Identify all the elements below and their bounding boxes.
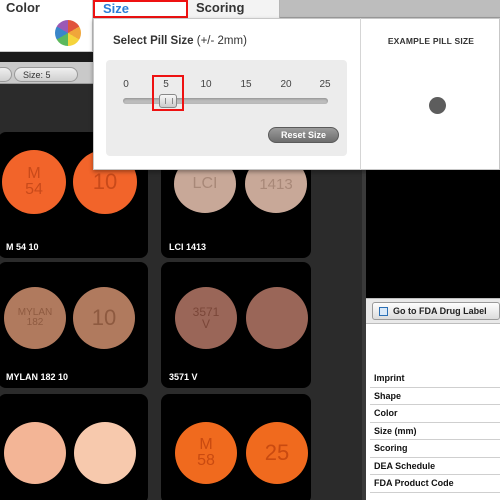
pill-imprint: LCI (192, 175, 218, 192)
pill-caption: LCI 1413 (169, 242, 207, 252)
color-tab-label: Color (6, 0, 40, 15)
tab-strip (280, 0, 500, 18)
reset-size-button[interactable]: Reset Size (268, 127, 339, 143)
pill-imprint: 10 (91, 305, 117, 330)
info-row-color: Color (370, 405, 500, 423)
pill-info-table: Imprint Shape Color Size (mm) Scoring DE… (370, 370, 500, 493)
example-pill-size-label: EXAMPLE PILL SIZE (387, 36, 475, 46)
pill-image-back: 10 (73, 287, 135, 349)
fda-button-label: Go to FDA Drug Label (393, 306, 487, 316)
tick-label: 0 (123, 79, 129, 90)
size-filter-chip[interactable]: Size: 5 (14, 67, 78, 82)
info-row-scoring: Scoring (370, 440, 500, 458)
color-filter-tab[interactable]: Color (0, 0, 93, 52)
pill-image-back (74, 422, 136, 484)
highlight-box (152, 75, 184, 111)
tick-label: 10 (200, 79, 212, 90)
info-row-imprint: Imprint (370, 370, 500, 388)
tab-size[interactable]: Size (93, 0, 188, 18)
info-row-dea-schedule: DEA Schedule (370, 458, 500, 475)
pill-imprint: M 58 (197, 436, 215, 469)
document-icon (379, 306, 388, 316)
pill-imprint: 3571 V (192, 305, 220, 331)
pill-imprint: 10 (92, 169, 118, 194)
pill-image-front: MYLAN 182 (4, 287, 66, 349)
pill-image-front: M 54 (2, 150, 66, 214)
popover-tolerance: (+/- 2mm) (196, 35, 247, 47)
pill-caption: MYLAN 182 10 (6, 372, 69, 382)
info-row-size: Size (mm) (370, 423, 500, 440)
example-pill-dot (429, 97, 446, 114)
popover-title-text: Select Pill Size (113, 35, 194, 47)
pill-caption: M 54 10 (6, 242, 39, 252)
pill-imprint: MYLAN 182 (17, 307, 53, 328)
pill-caption: 3571 V (169, 372, 198, 382)
tick-label: 20 (280, 79, 292, 90)
pill-image-back: 25 (246, 422, 308, 484)
pill-card[interactable]: MYLAN 182 10 MYLAN 182 10 (0, 262, 148, 388)
info-row-fda-product-code: FDA Product Code (370, 475, 500, 493)
pill-card[interactable]: M 58 25 (161, 394, 311, 500)
tick-label: 15 (240, 79, 252, 90)
pill-imprint: M 54 (25, 165, 43, 198)
color-wheel-icon (55, 20, 81, 46)
pill-image-front (4, 422, 66, 484)
popover-title: Select Pill Size (+/- 2mm) (113, 35, 247, 47)
popover-divider (360, 18, 361, 170)
pill-card[interactable] (0, 394, 148, 500)
pill-image-front: M 58 (175, 422, 237, 484)
info-row-shape: Shape (370, 388, 500, 405)
fda-drug-label-button[interactable]: Go to FDA Drug Label (372, 302, 500, 320)
tick-label: 25 (319, 79, 331, 90)
tab-scoring[interactable]: Scoring (188, 0, 280, 18)
pill-imprint: 1413 (259, 175, 293, 193)
pill-image-back (246, 287, 308, 349)
pill-imprint: 25 (264, 440, 290, 465)
pill-image-front: 3571 V (175, 287, 237, 349)
pill-card[interactable]: 3571 V 3571 V (161, 262, 311, 388)
